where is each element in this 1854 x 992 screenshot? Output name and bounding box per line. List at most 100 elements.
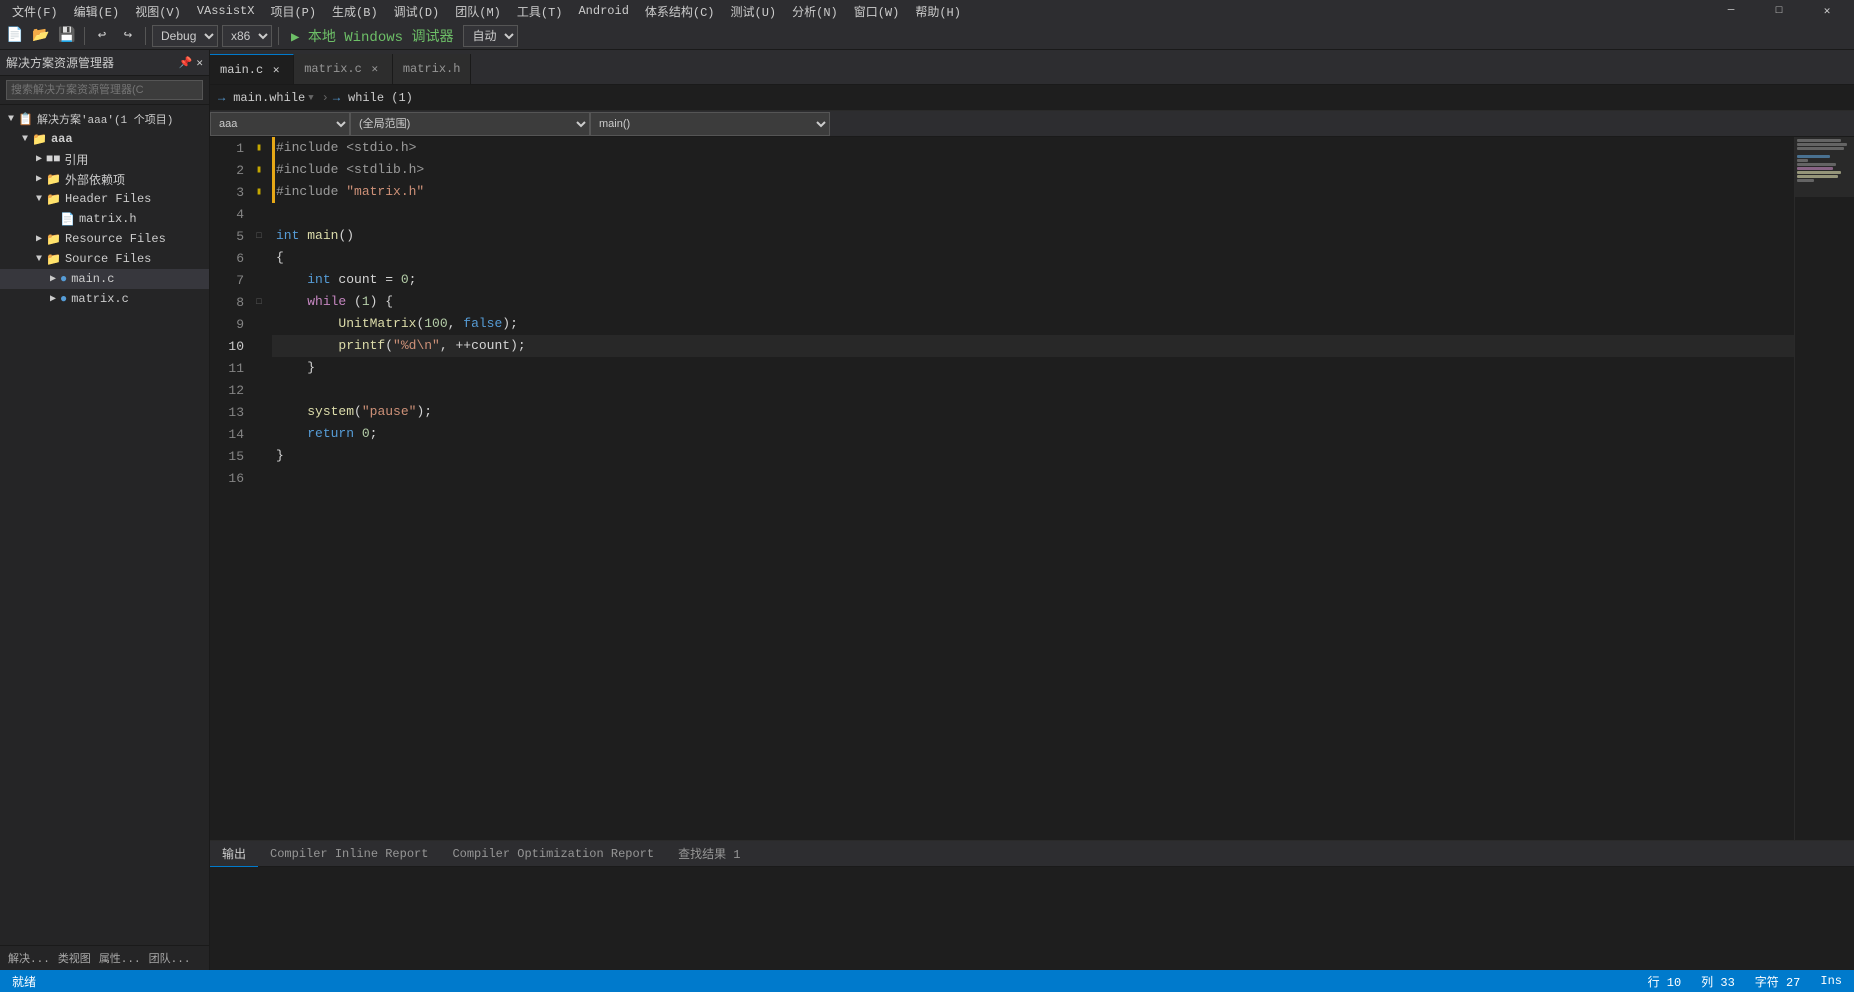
- main-area: 解决方案资源管理器 📌 ✕ ▼ 📋 解决方案'aaa'(1 个项目) ▼ 📁 a…: [0, 50, 1854, 970]
- sidebar-item-label-resource: Resource Files: [65, 232, 166, 246]
- save-button[interactable]: 💾: [56, 25, 78, 47]
- code-editor[interactable]: 1 ▮ 2 ▮ 3 ▮ 4 5 □: [210, 137, 1854, 840]
- expand-arrow-ref: ▶: [32, 153, 46, 165]
- breadcrumb-item-while1[interactable]: while (1): [344, 90, 417, 106]
- sidebar-close-icon[interactable]: ✕: [196, 56, 203, 70]
- menu-team[interactable]: 团队(M): [447, 3, 509, 20]
- menu-debug[interactable]: 调试(D): [386, 3, 448, 20]
- minimap-viewport: [1795, 137, 1854, 197]
- expand-arrow-solution: ▼: [4, 114, 18, 125]
- sidebar-item-label-header: Header Files: [65, 192, 151, 206]
- auto-dropdown[interactable]: 自动: [463, 25, 518, 47]
- sidebar-item-solution[interactable]: ▼ 📋 解决方案'aaa'(1 个项目): [0, 109, 209, 129]
- code-line-5: int main(): [272, 225, 1794, 247]
- sidebar-bottom-team[interactable]: 团队...: [149, 950, 191, 966]
- sidebar-item-matrixh[interactable]: 📄 matrix.h: [0, 209, 209, 229]
- menubar: 文件(F) 编辑(E) 视图(V) VAssistX 项目(P) 生成(B) 调…: [0, 0, 1854, 22]
- file-scope-dropdown[interactable]: aaa: [210, 112, 350, 136]
- code-content[interactable]: #include <stdio.h> #include <stdlib.h> #…: [268, 137, 1794, 840]
- status-row[interactable]: 行 10: [1644, 973, 1686, 990]
- menu-test[interactable]: 测试(U): [723, 3, 785, 20]
- status-col[interactable]: 列 33: [1697, 973, 1739, 990]
- menu-tools[interactable]: 工具(T): [509, 3, 571, 20]
- solution-icon: 📋: [18, 112, 33, 127]
- breadcrumb-label-while1: while (1): [348, 91, 413, 105]
- menu-file[interactable]: 文件(F): [4, 3, 66, 20]
- gutter-1: ▮: [250, 142, 268, 154]
- status-row-label: 行 10: [1648, 973, 1682, 990]
- breadcrumb-item-while[interactable]: main.while ▼: [229, 90, 317, 106]
- sidebar-search-input[interactable]: [6, 80, 203, 100]
- expand-arrow-matrixc: ▶: [46, 293, 60, 305]
- file-icon-mainc: ●: [60, 272, 67, 286]
- tab-mainc[interactable]: main.c ✕: [210, 54, 294, 84]
- maximize-button[interactable]: □: [1756, 0, 1802, 22]
- bottom-tab-compiler-opt[interactable]: Compiler Optimization Report: [440, 841, 666, 867]
- run-button[interactable]: ▶ 本地 Windows 调试器: [285, 25, 459, 47]
- tab-close-matrixc[interactable]: ✕: [368, 62, 382, 76]
- folder-icon-header: 📁: [46, 192, 61, 207]
- menu-window[interactable]: 窗口(W): [846, 3, 908, 20]
- sidebar-item-ref[interactable]: ▶ ■■ 引用: [0, 149, 209, 169]
- menu-project[interactable]: 项目(P): [262, 3, 324, 20]
- sidebar-item-resourcefiles[interactable]: ▶ 📁 Resource Files: [0, 229, 209, 249]
- code-line-12: [272, 379, 1794, 401]
- tab-label-mainc: main.c: [220, 63, 263, 77]
- tab-matrixc[interactable]: matrix.c ✕: [294, 54, 393, 84]
- tab-close-mainc[interactable]: ✕: [269, 63, 283, 77]
- sidebar-item-sourcefiles[interactable]: ▼ 📁 Source Files: [0, 249, 209, 269]
- menu-view[interactable]: 视图(V): [127, 3, 189, 20]
- code-line-4: [272, 203, 1794, 225]
- gutter-5: □: [250, 231, 268, 241]
- code-line-10: printf("%d\n", ++count);: [272, 335, 1794, 357]
- sidebar-item-aaa[interactable]: ▼ 📁 aaa: [0, 129, 209, 149]
- new-file-button[interactable]: 📄: [4, 25, 26, 47]
- sidebar-bottom-classview[interactable]: 类视图: [58, 950, 91, 966]
- status-ready-label: 就绪: [12, 973, 36, 990]
- bottom-tab-output[interactable]: 输出: [210, 841, 258, 867]
- undo-button[interactable]: ↩: [91, 25, 113, 47]
- menu-arch[interactable]: 体系结构(C): [637, 3, 723, 20]
- status-ins[interactable]: Ins: [1816, 973, 1846, 990]
- menu-analyze[interactable]: 分析(N): [784, 3, 846, 20]
- line-num-1: 1: [210, 137, 250, 159]
- menu-edit[interactable]: 编辑(E): [66, 3, 128, 20]
- redo-button[interactable]: ↪: [117, 25, 139, 47]
- sidebar-bottom-solution[interactable]: 解决...: [8, 950, 50, 966]
- menu-build[interactable]: 生成(B): [324, 3, 386, 20]
- window-controls: ─ □ ✕: [1708, 0, 1850, 22]
- bottom-tab-find[interactable]: 查找结果 1: [666, 841, 752, 867]
- menu-android[interactable]: Android: [570, 4, 636, 18]
- bottom-tab-compiler-inline[interactable]: Compiler Inline Report: [258, 841, 440, 867]
- status-char[interactable]: 字符 27: [1751, 973, 1805, 990]
- menu-vassistx[interactable]: VAssistX: [189, 4, 263, 18]
- status-ready[interactable]: 就绪: [8, 973, 40, 990]
- editor-area: main.c ✕ matrix.c ✕ matrix.h → main.whil…: [210, 50, 1854, 970]
- toolbar: 📄 📂 💾 ↩ ↪ Debug x86 ▶ 本地 Windows 调试器 自动: [0, 22, 1854, 50]
- symbol-dropdown[interactable]: main(): [590, 112, 830, 136]
- tab-matrixh[interactable]: matrix.h: [393, 54, 472, 84]
- config-dropdown[interactable]: Debug: [152, 25, 218, 47]
- sidebar-item-mainc[interactable]: ▶ ● main.c: [0, 269, 209, 289]
- bottom-panel-tabs: 输出 Compiler Inline Report Compiler Optim…: [210, 841, 1854, 867]
- bottom-panel: 输出 Compiler Inline Report Compiler Optim…: [210, 840, 1854, 970]
- toolbar-sep-2: [145, 27, 146, 45]
- code-line-6: {: [272, 247, 1794, 269]
- expand-arrow-aaa: ▼: [18, 134, 32, 145]
- code-nav-bar: aaa (全局范围) main(): [210, 111, 1854, 137]
- menu-help[interactable]: 帮助(H): [907, 3, 969, 20]
- platform-dropdown[interactable]: x86: [222, 25, 272, 47]
- code-line-14: return 0;: [272, 423, 1794, 445]
- sidebar-pin-icon[interactable]: 📌: [179, 56, 193, 70]
- sidebar-item-headerfiles[interactable]: ▼ 📁 Header Files: [0, 189, 209, 209]
- minimize-button[interactable]: ─: [1708, 0, 1754, 22]
- sidebar-item-matrixc[interactable]: ▶ ● matrix.c: [0, 289, 209, 309]
- sidebar-item-external[interactable]: ▶ 📁 外部依赖项: [0, 169, 209, 189]
- sidebar-bottom-properties[interactable]: 属性...: [99, 950, 141, 966]
- file-icon-matrixh: 📄: [60, 212, 75, 227]
- global-scope-dropdown[interactable]: (全局范围): [350, 112, 590, 136]
- project-icon: 📁: [32, 132, 47, 147]
- status-char-label: 字符 27: [1755, 973, 1801, 990]
- open-button[interactable]: 📂: [30, 25, 52, 47]
- close-button[interactable]: ✕: [1804, 0, 1850, 22]
